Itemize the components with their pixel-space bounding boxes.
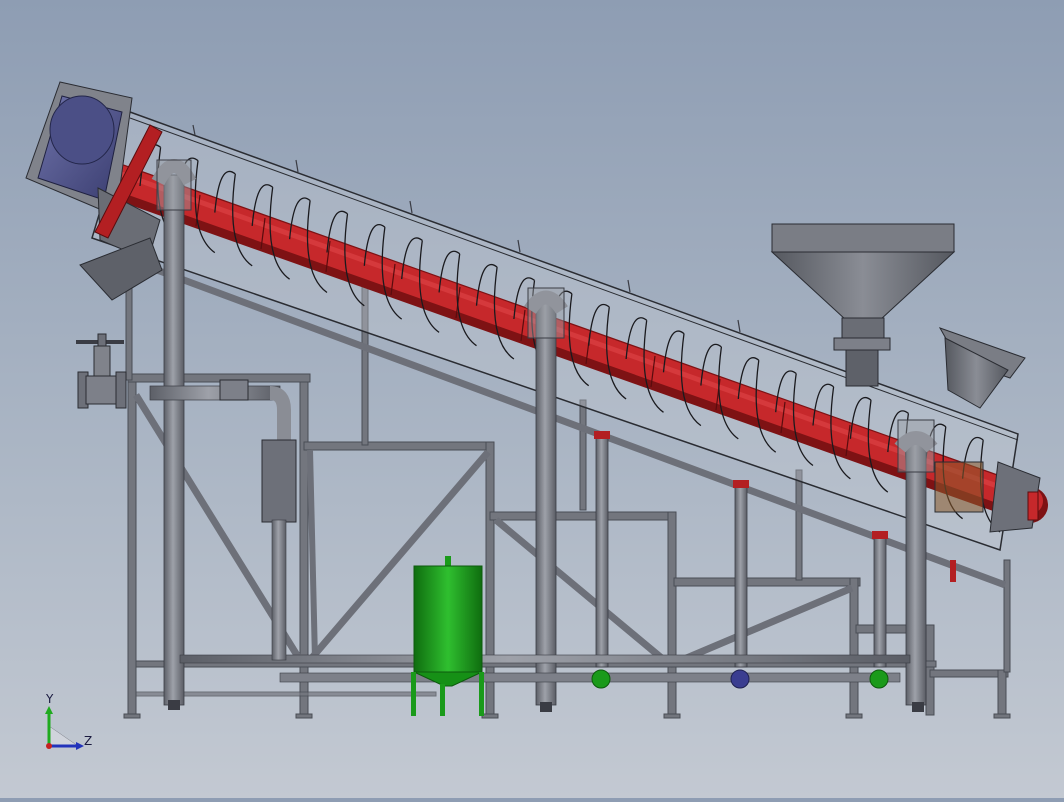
triad-origin <box>46 743 52 749</box>
inlet-hopper <box>938 327 1026 409</box>
y-axis-label: Y <box>46 692 54 706</box>
z-axis-label: Z <box>84 734 93 748</box>
z-axis-arrowhead <box>76 742 84 750</box>
coordinate-triad: Y Z <box>40 692 100 758</box>
axis-triad-icon <box>45 706 84 750</box>
screw-conveyor-assembly <box>25 81 1048 719</box>
y-axis-arrowhead <box>45 706 53 714</box>
triad-plane <box>48 725 79 747</box>
cad-viewport[interactable]: Y Z <box>0 0 1064 798</box>
gate-valve <box>76 333 127 409</box>
